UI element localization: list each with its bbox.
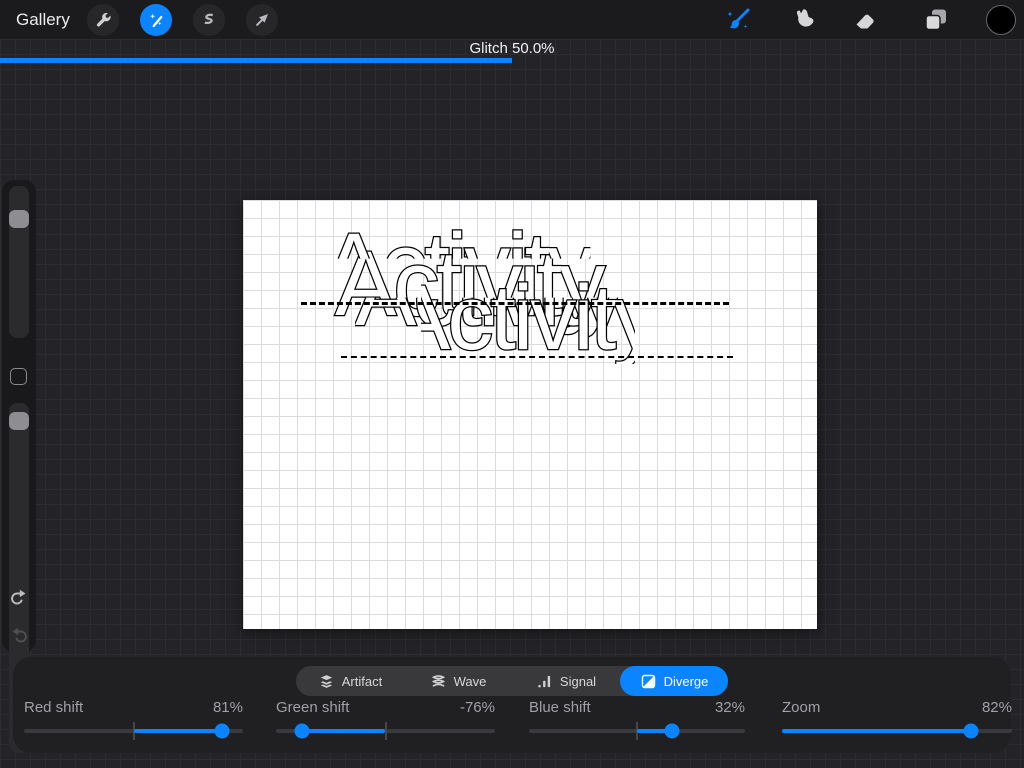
paint-tool-button[interactable] — [722, 4, 754, 36]
mode-tab-label: Signal — [559, 673, 597, 689]
slider-track[interactable] — [529, 722, 745, 740]
side-toolbar — [2, 180, 36, 753]
layers-icon — [922, 6, 950, 34]
slider-track[interactable] — [782, 723, 1012, 739]
slider-label: Zoom — [782, 699, 821, 716]
zoom-slider[interactable]: Zoom 82% — [782, 699, 1012, 739]
erase-tool-button[interactable] — [849, 4, 881, 36]
selection-button[interactable] — [193, 4, 225, 36]
mode-tab-label: Diverge — [663, 673, 709, 689]
adjustment-progress-bar[interactable] — [0, 58, 1024, 63]
slider-fill — [302, 729, 386, 733]
actions-button[interactable] — [87, 4, 119, 36]
mode-tab-diverge[interactable]: Diverge — [620, 666, 728, 696]
redo-button[interactable] — [7, 624, 31, 648]
glitch-scanline — [341, 356, 733, 358]
diverge-split-icon — [640, 673, 657, 690]
transform-button[interactable] — [246, 4, 278, 36]
modify-button[interactable] — [10, 368, 27, 385]
opacity-handle[interactable] — [9, 412, 29, 430]
slider-thumb[interactable] — [664, 723, 680, 739]
eraser-icon — [852, 7, 878, 33]
paintbrush-icon — [724, 6, 752, 34]
adjustment-status-label: Glitch 50.0% — [469, 40, 555, 57]
gallery-button[interactable]: Gallery — [16, 0, 70, 39]
canvas-glitch-text: Activity Activity Activity Activity — [301, 220, 805, 388]
glitch-mode-segmented-control: Artifact Wave Signal Diverge — [296, 666, 728, 696]
slider-track[interactable] — [24, 722, 243, 740]
glitch-text-echo-small: Activity — [389, 267, 657, 369]
procreate-glitch-screen: Gallery Glitch 50.0% Activity Activity A… — [0, 0, 1024, 768]
brush-size-slider[interactable] — [9, 186, 29, 338]
adjustments-button[interactable] — [140, 4, 172, 36]
smudge-finger-icon — [791, 7, 817, 33]
top-toolbar: Gallery — [0, 0, 1024, 39]
wave-icon — [430, 673, 447, 690]
green-shift-slider[interactable]: Green shift -76% — [276, 699, 495, 740]
slider-label: Blue shift — [529, 699, 591, 716]
undo-button[interactable] — [7, 586, 31, 610]
magic-wand-icon — [147, 11, 165, 29]
mode-tab-signal[interactable]: Signal — [512, 666, 620, 696]
transform-arrow-icon — [253, 11, 271, 29]
red-shift-slider[interactable]: Red shift 81% — [24, 699, 243, 740]
wrench-icon — [94, 11, 112, 29]
slider-label: Red shift — [24, 699, 84, 716]
mode-tab-wave[interactable]: Wave — [404, 666, 512, 696]
slider-label: Green shift — [276, 699, 350, 716]
slider-track[interactable] — [276, 722, 495, 740]
slider-value: 81% — [212, 699, 243, 716]
mode-tab-label: Wave — [453, 673, 487, 689]
glitch-settings-panel: Artifact Wave Signal Diverge Red shift 8… — [13, 657, 1012, 753]
slider-fill — [133, 729, 223, 733]
slider-fill — [782, 729, 971, 733]
slider-thumb[interactable] — [214, 723, 230, 739]
adjustment-progress-fill — [0, 58, 512, 63]
active-color-swatch[interactable] — [986, 5, 1016, 35]
slider-thumb[interactable] — [963, 723, 979, 739]
smudge-tool-button[interactable] — [788, 4, 820, 36]
brush-size-handle[interactable] — [9, 210, 29, 228]
artifact-stack-icon — [318, 673, 335, 690]
layers-button[interactable] — [920, 4, 952, 36]
mode-tab-label: Artifact — [341, 673, 383, 689]
slider-value: 32% — [714, 699, 745, 716]
slider-thumb[interactable] — [294, 723, 310, 739]
drawing-canvas[interactable]: Activity Activity Activity Activity — [243, 200, 817, 629]
signal-bars-icon — [536, 673, 553, 690]
slider-value: -76% — [459, 699, 495, 716]
glitch-scanline — [301, 302, 729, 305]
blue-shift-slider[interactable]: Blue shift 32% — [529, 699, 745, 740]
slider-value: 82% — [981, 699, 1012, 716]
selection-s-icon — [200, 11, 218, 29]
mode-tab-artifact[interactable]: Artifact — [296, 666, 404, 696]
